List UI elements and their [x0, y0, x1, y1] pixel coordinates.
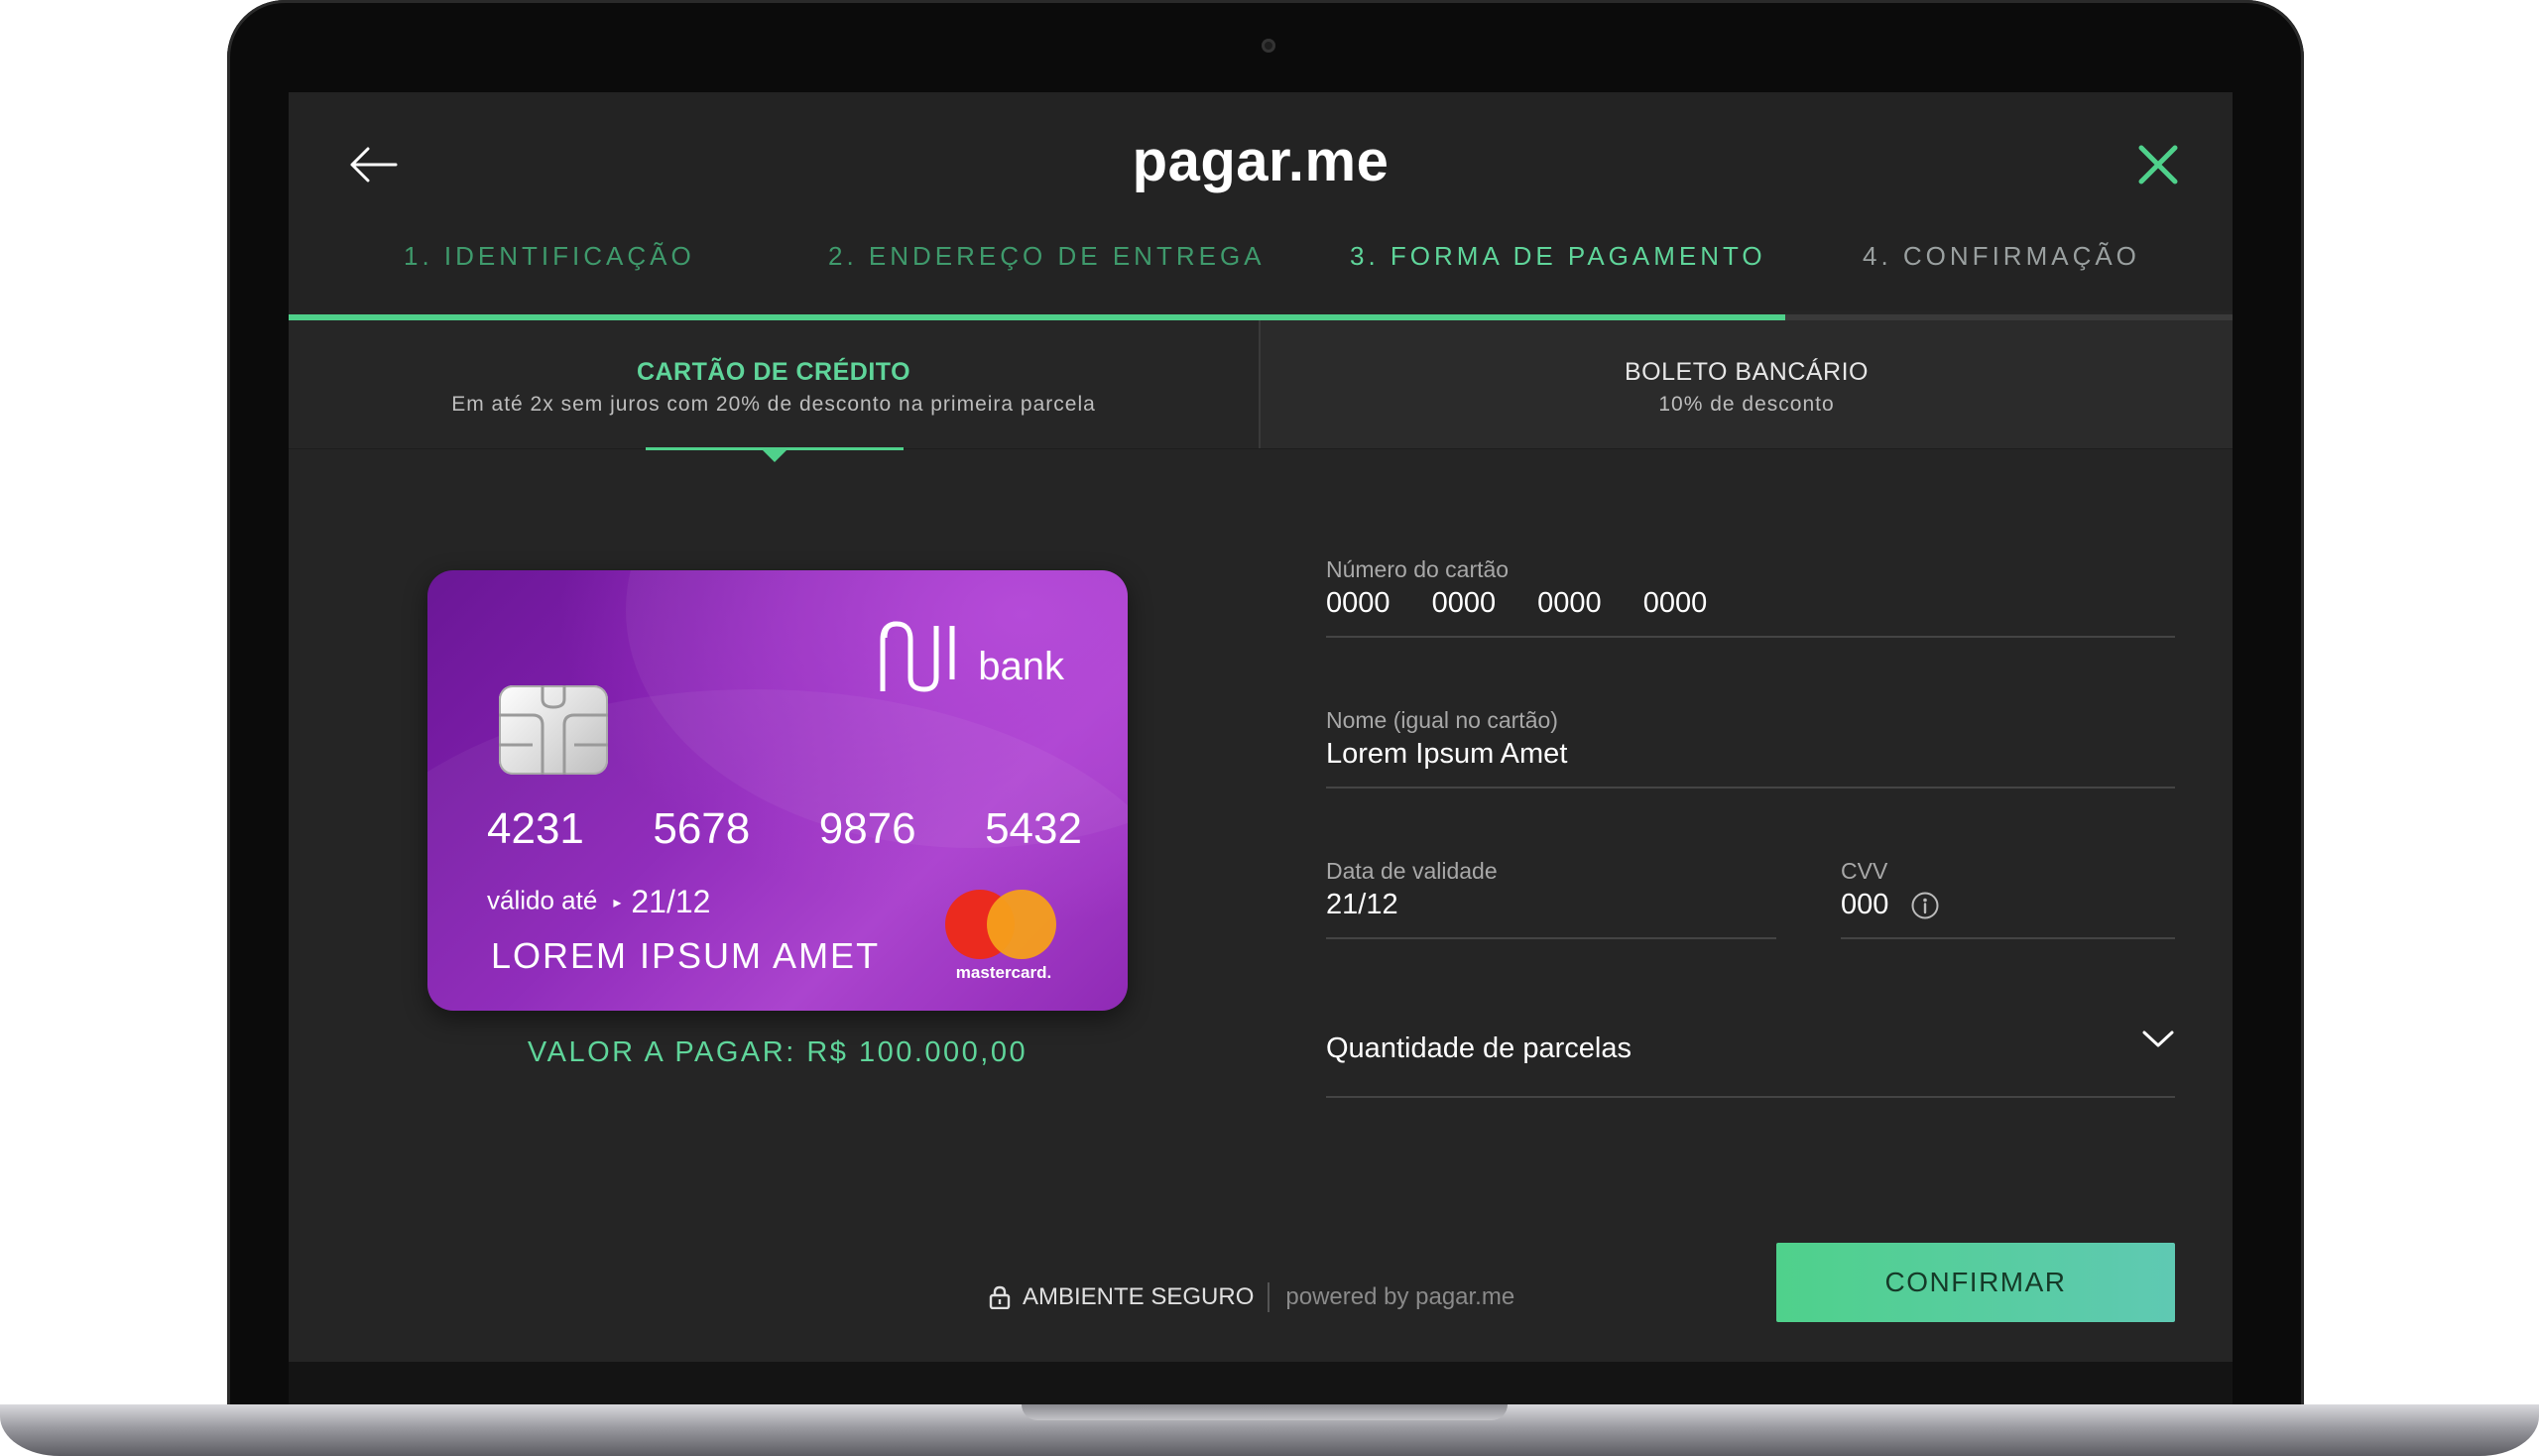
- field-underline: [1326, 937, 1776, 939]
- confirm-button[interactable]: CONFIRMAR: [1776, 1243, 2175, 1322]
- close-icon: [2138, 145, 2178, 184]
- powered-by: powered by pagar.me: [1285, 1283, 1515, 1310]
- nubank-logo-icon: [880, 621, 955, 692]
- checkout-steps: 1. IDENTIFICAÇÃO 2. ENDEREÇO DE ENTREGA …: [289, 241, 2233, 301]
- mastercard-logo-icon: mastercard.: [945, 890, 1064, 985]
- cvv-input[interactable]: 000: [1841, 889, 1888, 920]
- cvv-label: CVV: [1841, 858, 1888, 884]
- cvv-field[interactable]: CVV 000: [1841, 858, 2175, 939]
- amount-to-pay: VALOR A PAGAR: R$ 100.000,00: [527, 1036, 1028, 1068]
- card-number-display: 4231 5678 9876 5432: [487, 804, 1082, 854]
- payment-method-tabs: CARTÃO DE CRÉDITO Em até 2x sem juros co…: [289, 320, 2233, 449]
- expiry-input[interactable]: 21/12: [1326, 889, 1776, 921]
- card-number-input[interactable]: 0000 0000 0000 0000: [1326, 587, 2175, 620]
- field-underline: [1841, 937, 2175, 939]
- secure-label: AMBIENTE SEGURO: [1023, 1283, 1255, 1310]
- name-label: Nome (igual no cartão): [1326, 707, 1558, 733]
- tabs-divider: [289, 448, 2233, 449]
- card-validity: válido até ▸ 21/12: [487, 884, 710, 920]
- field-underline: [1326, 1096, 2175, 1098]
- tab-credit-card-subtitle: Em até 2x sem juros com 20% de desconto …: [451, 393, 1096, 416]
- name-field[interactable]: Nome (igual no cartão) Lorem Ipsum Amet: [1326, 707, 2175, 789]
- card-valid-value: 21/12: [631, 884, 711, 919]
- installments-select[interactable]: Quantidade de parcelas: [1326, 1007, 2175, 1098]
- step-endereco[interactable]: 2. ENDEREÇO DE ENTREGA: [828, 241, 1266, 272]
- cvv-value-row: 000: [1841, 889, 2175, 921]
- pagarme-logo: pagar.me: [1132, 129, 1390, 193]
- checkout-screen: pagar.me 1. IDENTIFICAÇÃO 2. ENDEREÇO DE…: [289, 92, 2233, 1362]
- card-number-label: Número do cartão: [1326, 556, 1510, 582]
- lock-icon: [989, 1285, 1011, 1309]
- card-number-group: 5432: [985, 804, 1082, 853]
- field-underline: [1326, 787, 2175, 789]
- installments-placeholder: Quantidade de parcelas: [1326, 1032, 1632, 1064]
- mastercard-wordmark: mastercard.: [955, 963, 1052, 982]
- expiry-field[interactable]: Data de validade 21/12: [1326, 858, 1776, 939]
- header: pagar.me 1. IDENTIFICAÇÃO 2. ENDEREÇO DE…: [289, 92, 2233, 310]
- expiry-label: Data de validade: [1326, 858, 1498, 884]
- name-input[interactable]: Lorem Ipsum Amet: [1326, 738, 2175, 771]
- tab-boleto-subtitle: 10% de desconto: [1658, 393, 1835, 416]
- tab-credit-card[interactable]: CARTÃO DE CRÉDITO Em até 2x sem juros co…: [289, 320, 1261, 449]
- tab-boleto[interactable]: BOLETO BANCÁRIO 10% de desconto: [1261, 320, 2233, 449]
- card-brand: bank: [877, 618, 1064, 695]
- field-underline: [1326, 636, 2175, 638]
- chevron-down-icon: [2142, 1031, 2174, 1047]
- mastercard-orange-circle: [987, 890, 1056, 959]
- step-confirmacao: 4. CONFIRMAÇÃO: [1863, 241, 2140, 271]
- card-holder-name: LOREM IPSUM AMET: [491, 935, 881, 976]
- card-number-group: 4231: [487, 804, 584, 853]
- laptop-notch: [1022, 1404, 1508, 1420]
- info-icon[interactable]: [1910, 891, 1940, 920]
- active-tab-caret-icon: [763, 450, 786, 462]
- triangle-right-icon: ▸: [613, 894, 622, 911]
- chip-icon: [499, 685, 608, 775]
- secure-environment: AMBIENTE SEGURO powered by pagar.me: [989, 1282, 1514, 1312]
- card-valid-label: válido até: [487, 885, 598, 915]
- card-number-group: 9876: [818, 804, 916, 853]
- camera-icon: [1262, 39, 1275, 53]
- credit-card-preview: bank 4231 5678 9876 5432 válido até ▸ 21/1…: [427, 570, 1128, 1011]
- step-pagamento[interactable]: 3. FORMA DE PAGAMENTO: [1350, 241, 1766, 272]
- card-bank-name: bank: [978, 645, 1064, 688]
- footer-separator: [1268, 1282, 1270, 1312]
- tab-boleto-title: BOLETO BANCÁRIO: [1625, 358, 1869, 386]
- card-number-group: 5678: [653, 804, 751, 853]
- step-identificacao[interactable]: 1. IDENTIFICAÇÃO: [404, 241, 695, 272]
- card-number-field[interactable]: Número do cartão 0000 0000 0000 0000: [1326, 556, 2175, 638]
- close-button[interactable]: [2123, 130, 2193, 199]
- tab-credit-card-title: CARTÃO DE CRÉDITO: [636, 358, 911, 386]
